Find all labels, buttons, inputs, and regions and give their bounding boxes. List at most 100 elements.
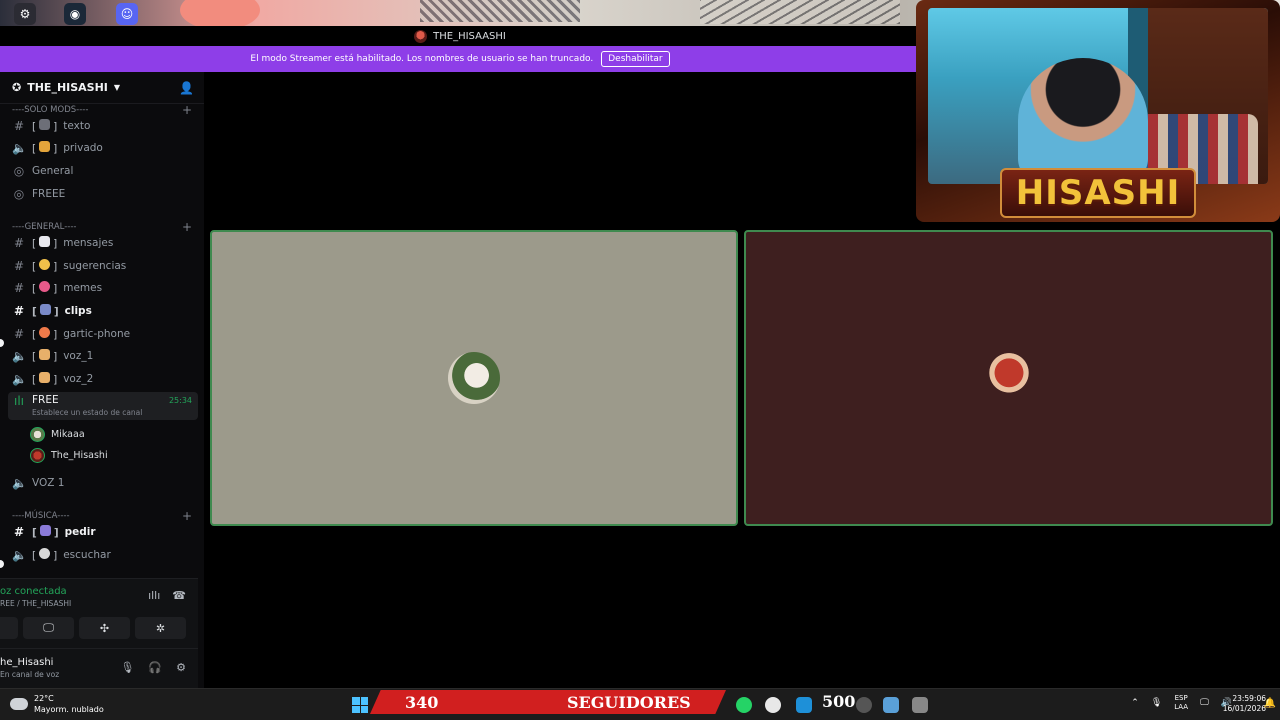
chatgpt-icon[interactable] [765, 697, 781, 713]
followers-ribbon: 340 SEGUIDORES [370, 690, 726, 714]
user-status: En canal de voz [0, 670, 60, 679]
banner-text: El modo Streamer está habilitado. Los no… [250, 54, 594, 64]
voice-location[interactable]: REE / THE_HISASHI [0, 599, 71, 608]
server-icon: ✪ [12, 81, 22, 94]
notification-icon[interactable]: 🔔 [1264, 698, 1276, 709]
microphone-icon[interactable]: 🎙 [1151, 698, 1162, 708]
gear-icon[interactable]: ⚙ [176, 661, 186, 674]
channel-escuchar[interactable]: 🔈 [] escuchar [8, 544, 198, 566]
streamer-mode-banner: El modo Streamer está habilitado. Los no… [0, 46, 920, 72]
channel-memes[interactable]: # [] memes [8, 277, 198, 299]
whatsapp-icon[interactable] [736, 697, 752, 713]
microphone-icon[interactable]: 🎙 [120, 661, 134, 674]
weather-widget[interactable]: 22°C Mayorm. nublado [10, 693, 104, 715]
unread-indicator [0, 339, 4, 347]
avatar [30, 447, 45, 463]
discord-icon[interactable]: ☺ [116, 3, 138, 25]
app-icon[interactable] [912, 697, 928, 713]
avatar [448, 352, 500, 404]
hash-icon: # [13, 236, 25, 250]
cam-nameplate: HISASHI [1000, 168, 1196, 218]
voice-member[interactable]: Mikaaa [30, 424, 85, 444]
camera-button[interactable] [0, 617, 18, 639]
channel-voz-1-upper[interactable]: 🔈 VOZ 1 [8, 472, 198, 494]
speaker-icon: 🔈 [12, 349, 27, 363]
disable-streamer-button[interactable]: Deshabilitar [601, 51, 670, 67]
voice-member[interactable]: The_Hisashi [30, 445, 108, 465]
channel-general-stage[interactable]: ◎ General [8, 160, 198, 182]
screen-share-icon: 🖵 [43, 621, 54, 634]
app-icon[interactable] [796, 697, 812, 713]
taskbar: 22°C Mayorm. nublado 340 SEGUIDORES 500 … [0, 688, 1280, 720]
channel-list: ----SOLO MODS---- + # [] texto 🔈 [] priv… [0, 104, 204, 576]
voice-active-icon: ılı [13, 394, 24, 408]
channel-pedir[interactable]: # [] pedir [8, 521, 198, 543]
server-header[interactable]: ✪ THE_HISASHI ▼ 👤 [0, 72, 204, 104]
invite-people-icon[interactable]: 👤 [179, 81, 194, 95]
network-icon[interactable]: 🖵 [1200, 698, 1209, 708]
noise-suppression-icon[interactable]: ıllı [148, 589, 160, 602]
soundboard-icon: ✲ [155, 621, 166, 635]
avatar [30, 426, 45, 442]
window-titlebar: THE_HISAASHI [0, 26, 920, 46]
system-tray: ⌃ 🎙 ESP LAA 🖵 🔊 [1131, 694, 1232, 712]
window-title: THE_HISAASHI [433, 30, 506, 42]
speaker-icon: 🔈 [12, 548, 27, 562]
stage-icon: ◎ [13, 187, 25, 201]
webcam-overlay: HISASHI [916, 0, 1280, 222]
channel-gartic-phone[interactable]: # [] gartic-phone [8, 323, 198, 345]
activities-button[interactable]: ✣ [79, 617, 130, 639]
soundboard-button[interactable]: ✲ [135, 617, 186, 639]
channel-voz-1[interactable]: 🔈 [] voz_1 [8, 345, 198, 367]
hash-icon: # [13, 259, 25, 273]
server-name: THE_HISASHI [27, 81, 108, 94]
disconnect-icon[interactable]: ☎ [172, 589, 186, 602]
app-icon-1[interactable]: ⚙ [14, 3, 36, 25]
speaker-icon: 🔈 [12, 476, 27, 490]
voice-status: oz conectada [0, 586, 67, 597]
voice-stage [204, 72, 1273, 688]
channel-status[interactable]: Establece un estado de canal [32, 408, 163, 417]
channel-sugerencias[interactable]: # [] sugerencias [8, 255, 198, 277]
chevron-down-icon: ▼ [113, 83, 121, 92]
channel-texto[interactable]: # [] texto [8, 115, 198, 137]
stage-icon: ◎ [13, 164, 25, 178]
participant-tile-mikaaa[interactable] [210, 230, 738, 526]
headphones-icon[interactable]: 🎧 [148, 661, 162, 674]
channel-privado[interactable]: 🔈 [] privado [8, 137, 198, 159]
channel-sidebar: ✪ THE_HISASHI ▼ 👤 ----SOLO MODS---- + # … [0, 72, 204, 688]
obs-icon[interactable] [856, 697, 872, 713]
clock[interactable]: 23:59:06 16/01/2026 [1223, 694, 1266, 714]
hash-icon: # [13, 525, 25, 539]
avatar [982, 352, 1035, 404]
server-avatar-icon [414, 29, 428, 43]
hash-icon: # [13, 327, 25, 341]
voice-connection-panel: oz conectada REE / THE_HISASHI ıllı ☎ 🖵 … [0, 578, 198, 648]
chevron-up-icon[interactable]: ⌃ [1131, 698, 1139, 708]
channel-mensajes[interactable]: # [] mensajes [8, 232, 198, 254]
unread-indicator [0, 560, 4, 568]
steam-icon[interactable]: ◉ [64, 3, 86, 25]
screen-share-button[interactable]: 🖵 [23, 617, 74, 639]
user-panel: he_Hisashi En canal de voz 🎙 🎧 ⚙ [0, 648, 198, 688]
channel-clips[interactable]: # [] clips [8, 300, 198, 322]
speaker-icon: 🔈 [12, 372, 27, 386]
hash-icon: # [13, 304, 25, 318]
snipping-tool-icon[interactable] [883, 697, 899, 713]
webcam-feed [928, 8, 1268, 184]
speaker-lock-icon: 🔈 [12, 141, 27, 155]
followers-count: 340 [405, 692, 439, 712]
hash-icon: # [13, 281, 25, 295]
participant-tile-hisashi[interactable] [744, 230, 1273, 526]
username[interactable]: he_Hisashi [0, 657, 53, 668]
start-button[interactable] [352, 697, 368, 713]
channel-voz-2[interactable]: 🔈 [] voz_2 [8, 368, 198, 390]
followers-label: SEGUIDORES [567, 692, 691, 712]
channel-free-active[interactable]: ılı FREE Establece un estado de canal 25… [8, 392, 198, 420]
cloud-icon [10, 698, 28, 710]
activities-icon: ✣ [99, 621, 110, 635]
hash-icon: # [13, 119, 25, 133]
channel-freee-stage[interactable]: ◎ FREEE [8, 183, 198, 205]
language-indicator[interactable]: ESP LAA [1174, 694, 1188, 712]
voice-timer: 25:34 [168, 396, 192, 405]
